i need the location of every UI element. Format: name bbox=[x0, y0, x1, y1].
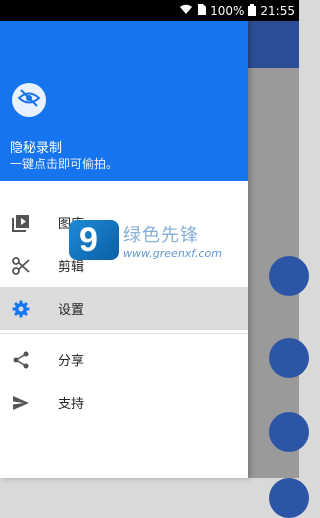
menu-item-support[interactable]: 支持 bbox=[0, 381, 248, 424]
wifi-icon bbox=[179, 4, 193, 17]
watermark-text: 绿色先锋 bbox=[123, 224, 199, 246]
gallery-icon bbox=[10, 212, 32, 234]
gear-icon bbox=[10, 298, 32, 320]
battery-level: 100% bbox=[210, 3, 245, 18]
menu-item-label: 支持 bbox=[58, 397, 85, 412]
battery-icon bbox=[248, 3, 257, 18]
menu-divider bbox=[0, 333, 248, 334]
fab-button bbox=[269, 338, 309, 378]
watermark-logo: 9 bbox=[69, 220, 119, 260]
app-name: 隐秘录制 bbox=[10, 141, 63, 156]
share-icon bbox=[10, 349, 32, 371]
menu-item-share[interactable]: 分享 bbox=[0, 338, 248, 381]
fab-button bbox=[269, 412, 309, 452]
fab-button bbox=[269, 478, 309, 518]
menu-item-label: 分享 bbox=[58, 354, 85, 369]
app-logo bbox=[12, 83, 46, 117]
sim-icon bbox=[197, 4, 207, 17]
app-tagline: 一键点击即可偷拍。 bbox=[10, 157, 119, 171]
watermark-url: www.greenxf.com bbox=[123, 246, 222, 260]
clock: 21:55 bbox=[260, 3, 295, 18]
fab-button bbox=[269, 256, 309, 296]
scissors-icon bbox=[10, 255, 32, 277]
drawer-header: 隐秘录制 一键点击即可偷拍。 bbox=[0, 21, 248, 181]
status-bar: 100% 21:55 bbox=[0, 0, 299, 21]
watermark: 9 绿色先锋 www.greenxf.com bbox=[69, 218, 239, 262]
menu-item-label: 设置 bbox=[58, 303, 85, 318]
send-icon bbox=[10, 392, 32, 414]
menu-item-settings[interactable]: 设置 bbox=[0, 287, 248, 330]
eye-off-icon bbox=[17, 89, 41, 111]
